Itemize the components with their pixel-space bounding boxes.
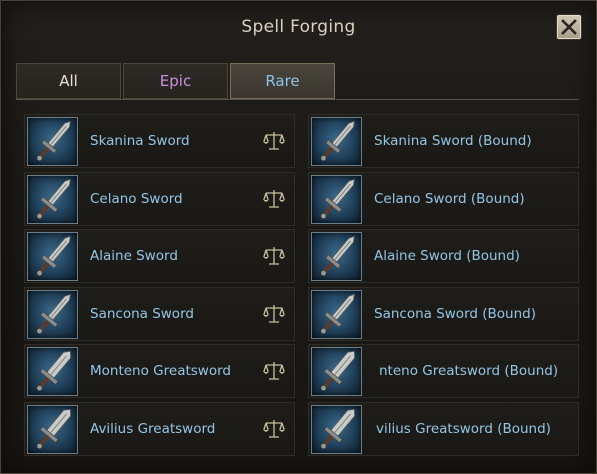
greatsword-icon (36, 350, 71, 391)
recipe-list-item[interactable]: Alaine Sword (Bound) (308, 229, 579, 283)
sword-icon (320, 293, 355, 334)
scale-icon[interactable] (263, 303, 285, 325)
recipe-list-item[interactable]: nteno Greatsword (Bound) (308, 344, 579, 398)
item-name: Sancona Sword (Bound) (374, 305, 536, 322)
item-icon-slot (27, 347, 78, 396)
sword-icon (320, 120, 355, 161)
scale-icon[interactable] (263, 245, 285, 267)
recipe-list-item[interactable]: Sancona Sword (Bound) (308, 286, 579, 341)
greatsword-icon (320, 408, 355, 449)
recipe-list-item[interactable]: Celano Sword (Bound) (308, 171, 579, 226)
greatsword-icon (320, 350, 355, 391)
recipe-list-item[interactable]: vilius Greatsword (Bound) (308, 401, 579, 456)
item-name: Skanina Sword (90, 133, 190, 149)
item-name: Skanina Sword (Bound) (374, 133, 532, 149)
sword-icon (320, 235, 355, 276)
recipe-list-item[interactable]: Sancona Sword (24, 286, 295, 341)
item-name: nteno Greatsword (Bound) (379, 363, 559, 379)
scale-icon[interactable] (263, 130, 285, 152)
title-bar: Spell Forging (1, 1, 596, 53)
item-icon-slot (311, 232, 362, 281)
item-name: Celano Sword (Bound) (374, 190, 525, 207)
scale-icon[interactable] (263, 418, 285, 440)
sword-icon (36, 120, 71, 161)
item-icon-slot (311, 347, 362, 396)
recipe-list-item[interactable]: Avilius Greatsword (24, 401, 295, 456)
item-icon-slot (27, 117, 78, 166)
sword-icon (36, 178, 71, 219)
item-name: Sancona Sword (90, 305, 194, 322)
scale-icon[interactable] (263, 188, 285, 210)
rarity-tabs: All Epic Rare (16, 63, 579, 100)
sword-icon (320, 178, 355, 219)
recipe-list-item[interactable]: Alaine Sword (24, 229, 295, 283)
recipe-list-item[interactable]: Celano Sword (24, 171, 295, 226)
tab-epic[interactable]: Epic (123, 63, 228, 99)
item-icon-slot (311, 404, 362, 454)
tab-rare[interactable]: Rare (230, 63, 335, 99)
window-title: Spell Forging (241, 17, 356, 37)
item-name: Avilius Greatsword (90, 420, 216, 437)
item-icon-slot (27, 404, 78, 454)
recipe-list-item[interactable]: Skanina Sword (24, 114, 295, 168)
item-icon-slot (27, 232, 78, 281)
tab-all[interactable]: All (16, 63, 121, 99)
item-name: Monteno Greatsword (90, 363, 231, 379)
item-icon-slot (27, 289, 78, 339)
sword-icon (36, 293, 71, 334)
recipe-list-item[interactable]: Monteno Greatsword (24, 344, 295, 398)
scale-icon[interactable] (263, 360, 285, 382)
item-name: vilius Greatsword (Bound) (376, 420, 551, 437)
close-icon (561, 19, 577, 35)
item-icon-slot (27, 174, 78, 224)
item-name: Alaine Sword (90, 248, 178, 264)
item-icon-slot (311, 174, 362, 224)
item-name: Celano Sword (90, 190, 183, 207)
greatsword-icon (36, 408, 71, 449)
item-icon-slot (311, 117, 362, 166)
item-name: Alaine Sword (Bound) (374, 248, 520, 264)
recipe-list-item[interactable]: Skanina Sword (Bound) (308, 114, 579, 168)
sword-icon (36, 235, 71, 276)
close-button[interactable] (557, 15, 581, 39)
spell-forging-window: Spell Forging All Epic Rare Skanina Swor… (0, 0, 597, 474)
item-icon-slot (311, 289, 362, 339)
